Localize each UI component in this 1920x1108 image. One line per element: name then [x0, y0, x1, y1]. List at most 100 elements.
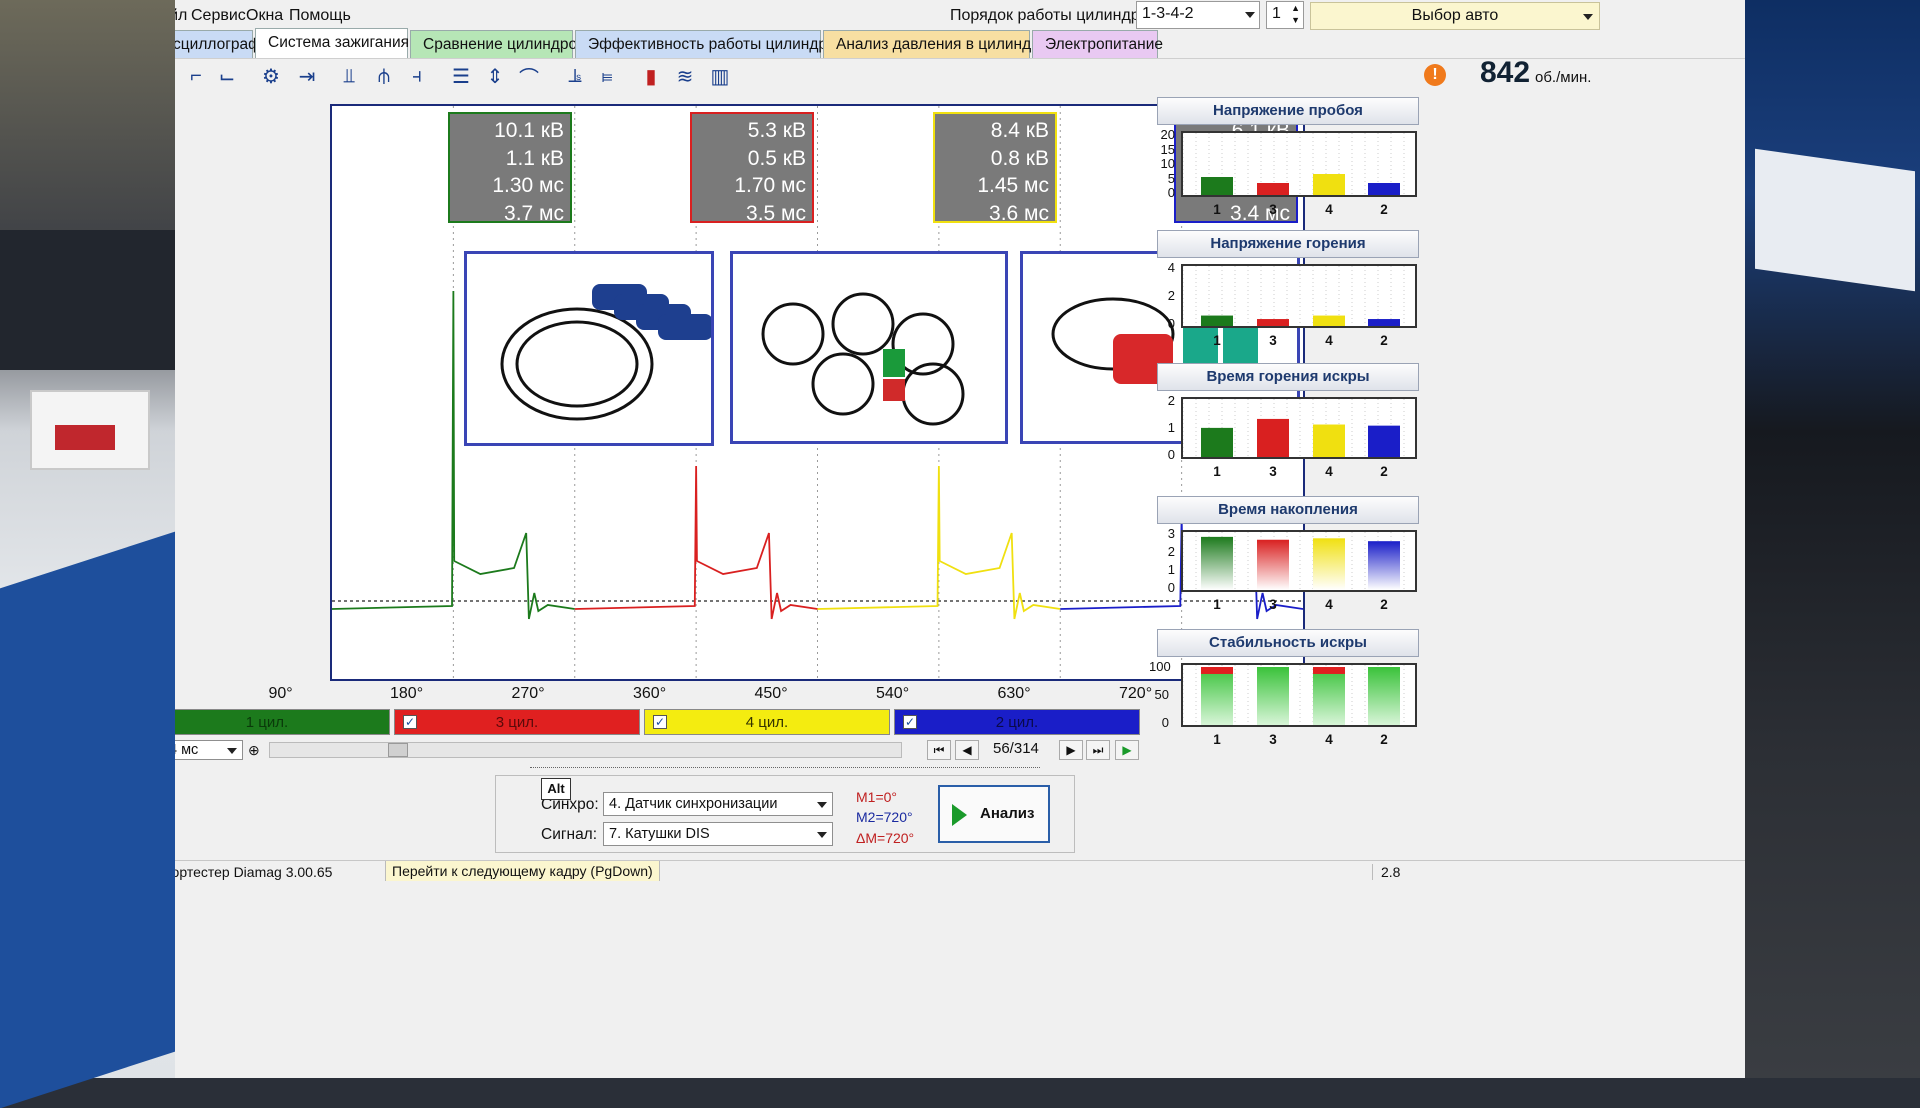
panel-chart-1	[1181, 131, 1417, 199]
tab-5[interactable]: Электропитание	[1032, 30, 1163, 58]
bar-chart-icon[interactable]: ▥	[706, 62, 734, 90]
metric-value: 0.5 кВ	[747, 146, 806, 170]
cyl-tick: 2	[1380, 333, 1388, 348]
car-select[interactable]: Выбор авто	[1310, 2, 1600, 30]
x-tick: 630°	[997, 685, 1031, 702]
spark-center-icon[interactable]: ⫛	[370, 62, 398, 90]
chevron-down-icon	[1245, 12, 1255, 18]
metric-value: 3.7 мс	[504, 201, 564, 225]
channel-1[interactable]: ✓1 цил.	[175, 709, 390, 735]
next-frame-button[interactable]: ▶	[1059, 740, 1083, 760]
checkbox[interactable]: ✓	[903, 715, 917, 729]
bar-unstable-0	[1201, 667, 1233, 674]
cylinder-order-value: 1-3-4-2	[1142, 5, 1194, 22]
analyze-button[interactable]: Анализ	[938, 785, 1050, 843]
metric-value: 0.8 кВ	[990, 146, 1049, 170]
tab-4[interactable]: Анализ давления в цилиндре	[823, 30, 1048, 58]
cursor-signal-icon[interactable]: ⤣	[175, 62, 180, 90]
metric-value: 5.3 кВ	[747, 119, 806, 142]
y-tick: 0	[1161, 715, 1169, 730]
scroll-thumb[interactable]	[388, 743, 408, 757]
bar-chart-red-icon[interactable]: ▮	[637, 62, 665, 90]
probe-icon[interactable]: ⚙	[257, 62, 285, 90]
cyl-tick: 3	[1269, 202, 1277, 217]
y-tick: 100	[1149, 659, 1171, 674]
app-window: Файл Сервис Окна Помощь Порядок работы ц…	[175, 0, 1745, 1078]
splitter[interactable]	[530, 767, 1040, 772]
channel-3[interactable]: ✓ 4 цил.	[644, 709, 890, 735]
tab-3[interactable]: Эффективность работы цилиндров	[575, 30, 844, 58]
panel-chart-5	[1181, 663, 1417, 729]
first-frame-button[interactable]: ⏮	[927, 740, 951, 760]
sync-select[interactable]: 4. Датчик синхронизации	[603, 792, 833, 816]
bar-1	[1257, 667, 1289, 725]
bar-2	[1313, 667, 1345, 725]
cyl-tick: 2	[1380, 597, 1388, 612]
menu-file[interactable]: Файл	[175, 7, 187, 25]
spin-down-icon[interactable]: ▼	[1291, 15, 1300, 25]
channel-numbers-icon[interactable]: ⇥	[293, 62, 321, 90]
metric-box-1: 10.1 кВ 1.1 кВ 1.30 мс 3.7 мс	[448, 112, 572, 225]
prev-frame-button[interactable]: ◀	[955, 740, 979, 760]
marker-measure-icon[interactable]: ⫢	[593, 62, 621, 90]
cylinder-spinner[interactable]: 1 ▲ ▼	[1266, 1, 1304, 29]
channel-bar: ✓1 цил. ✓ 3 цил. ✓ 4 цил. ✓ 2 цил.	[175, 0, 1140, 735]
spark-pulses-icon[interactable]: ⫫	[335, 62, 363, 90]
y-tick: 0	[1167, 580, 1175, 595]
menu-windows[interactable]: Окна	[246, 7, 283, 25]
play-button[interactable]: ▶	[1115, 740, 1139, 760]
tab-0[interactable]: Осциллограф	[175, 30, 261, 58]
grid-lines-icon[interactable]: ☰	[447, 62, 475, 90]
metric-value: 1.30 мс	[492, 174, 564, 197]
metric-value: 3.5 мс	[746, 201, 806, 225]
marker-add-icon[interactable]: ⫡	[561, 62, 589, 90]
timescale-value: 4 мс	[175, 742, 199, 758]
warning-icon[interactable]: !	[1424, 64, 1446, 86]
signal-value: 7. Катушки DIS	[609, 826, 710, 842]
cyl-tick: 4	[1325, 333, 1333, 348]
bar-0	[1201, 427, 1233, 457]
channel-label: 1 цил.	[245, 714, 289, 731]
channel-4[interactable]: ✓ 2 цил.	[894, 709, 1140, 735]
statistics-panel: Напряжение пробоя 20 15 10 5 0 1 3 4 2 Напряжение …	[1149, 95, 1425, 785]
spin-up-icon[interactable]: ▲	[1291, 3, 1300, 13]
checkbox[interactable]: ✓	[403, 715, 417, 729]
menu-service[interactable]: Сервис	[191, 7, 246, 25]
menu-help[interactable]: Помощь	[289, 7, 351, 25]
cyl-tick: 3	[1269, 597, 1277, 612]
y-tick: 0	[1167, 316, 1175, 331]
signal-select[interactable]: 7. Катушки DIS	[603, 822, 833, 846]
tab-2[interactable]: Сравнение цилиндров	[410, 30, 585, 58]
cyl-tick: 4	[1325, 202, 1333, 217]
zoom-in-icon[interactable]: ⊕	[248, 742, 260, 759]
waves-icon[interactable]: ≋	[671, 62, 699, 90]
status-value: 2.8	[1372, 864, 1400, 880]
channel-2[interactable]: ✓ 3 цил.	[394, 709, 640, 735]
checkbox[interactable]: ✓	[653, 715, 667, 729]
bar-3	[1368, 319, 1400, 326]
x-tick: 90°	[268, 685, 293, 702]
trigger-falling-icon[interactable]: ⌙	[213, 62, 241, 90]
x-tick: 180°	[390, 685, 424, 702]
bar-1	[1257, 183, 1289, 195]
tab-1[interactable]: Система зажигания	[255, 28, 409, 58]
marker-m1: M1=0°	[856, 789, 898, 805]
horizontal-scrollbar[interactable]	[269, 742, 902, 758]
spinner-value: 1	[1272, 5, 1281, 22]
metric-value: 10.1 кВ	[494, 119, 564, 142]
analyze-button-label: Анализ	[980, 805, 1035, 822]
x-tick: 450°	[754, 685, 788, 702]
bar-0	[1201, 315, 1233, 326]
trigger-rising-icon[interactable]: ⌐	[182, 62, 210, 90]
cylinder-order-select[interactable]: 1-3-4-2	[1136, 1, 1260, 29]
amplitude-icon[interactable]: ⇕	[481, 62, 509, 90]
cyl-tick: 3	[1269, 333, 1277, 348]
timescale-select[interactable]: 4 мс	[175, 740, 243, 760]
rpm-unit: об./мин.	[1535, 69, 1592, 86]
envelope-icon[interactable]: ⌒	[515, 62, 543, 90]
spark-shift-icon[interactable]: ⫞	[403, 62, 431, 90]
last-frame-button[interactable]: ⏭	[1086, 740, 1110, 760]
status-app-version: Мотортестер Diamag 3.00.65	[175, 864, 333, 880]
y-tick: 10	[1160, 156, 1175, 171]
bar-3	[1368, 541, 1400, 590]
